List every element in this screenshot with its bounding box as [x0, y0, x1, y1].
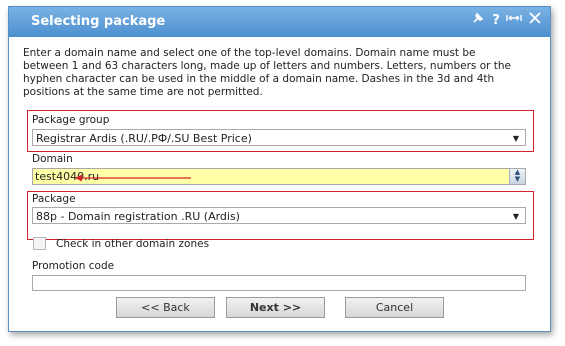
- check-other-zones-label[interactable]: Check in other domain zones: [56, 238, 209, 250]
- cancel-button[interactable]: Cancel: [345, 297, 444, 318]
- dialog-titlebar[interactable]: Selecting package ?: [9, 7, 550, 37]
- package-select[interactable]: 88p - Domain registration .RU (Ardis) ▼: [32, 207, 526, 224]
- next-button[interactable]: Next >>: [226, 297, 325, 318]
- check-other-zones-checkbox[interactable]: [33, 237, 46, 250]
- package-value: 88p - Domain registration .RU (Ardis): [36, 210, 240, 223]
- dialog-title: Selecting package: [31, 14, 166, 29]
- help-icon[interactable]: ?: [487, 11, 505, 31]
- promo-code-input[interactable]: [32, 275, 526, 291]
- package-group-value: Registrar Ardis (.RU/.РФ/.SU Best Price): [36, 132, 252, 145]
- description-text: Enter a domain name and select one of th…: [23, 47, 512, 98]
- resize-icon[interactable]: [505, 11, 523, 31]
- package-label: Package: [32, 193, 76, 205]
- spinner-icon[interactable]: ▲ ▼: [509, 169, 525, 184]
- dropdown-arrow-icon: ▼: [512, 134, 519, 143]
- promo-code-label: Promotion code: [32, 260, 115, 272]
- package-group-label: Package group: [32, 114, 110, 126]
- close-icon[interactable]: [526, 11, 544, 31]
- domain-label: Domain: [32, 153, 73, 165]
- back-button[interactable]: << Back: [116, 297, 215, 318]
- package-group-select[interactable]: Registrar Ardis (.RU/.РФ/.SU Best Price)…: [32, 129, 526, 146]
- pin-icon[interactable]: [469, 11, 487, 31]
- annotation-arrow-icon: [75, 174, 191, 182]
- dropdown-arrow-icon: ▼: [512, 212, 519, 221]
